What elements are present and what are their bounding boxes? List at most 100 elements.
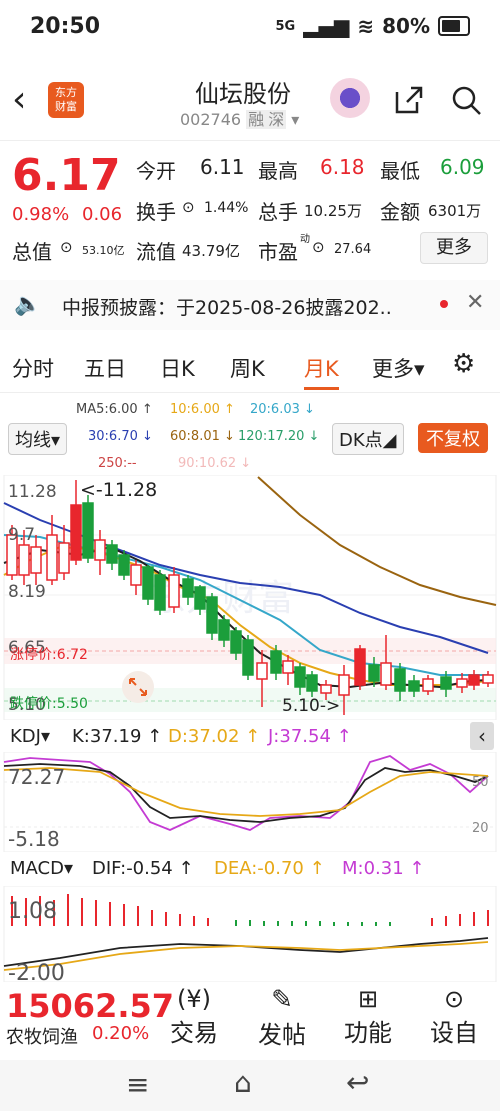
market-cap-value: 53.10亿 bbox=[82, 244, 125, 257]
macd-chart[interactable]: 1.08 -2.00 bbox=[0, 886, 500, 982]
share-icon[interactable] bbox=[393, 84, 425, 116]
no-adjust-button[interactable]: 不复权 bbox=[418, 423, 488, 453]
open-value: 6.11 bbox=[200, 155, 245, 179]
stock-code: 002746 bbox=[180, 110, 242, 129]
period-tabs: 分时 五日 日K 周K 月K 更多▾ ⚙ bbox=[0, 345, 500, 390]
stock-header: ‹ 东方 财富 仙坛股份 002746 融深 ▾ bbox=[0, 70, 500, 140]
limit-down-label: 跌停价:5.50 bbox=[10, 695, 88, 712]
info-icon[interactable]: ⊙ bbox=[312, 238, 325, 256]
kdj-chart[interactable]: 72.27 -5.18 50 20 bbox=[0, 752, 500, 852]
notice-text: 中报预披露：于2025-08-26披露202.. bbox=[62, 297, 392, 319]
turnover-value: 1.44% bbox=[204, 200, 249, 216]
divider bbox=[0, 140, 500, 141]
kdj-selector[interactable]: KDJ▾ bbox=[10, 726, 50, 747]
notice-bar[interactable]: 🔈 中报预披露：于2025-08-26披露202.. ✕ bbox=[0, 280, 500, 330]
high-value: 6.18 bbox=[320, 155, 365, 179]
kdj-bottom: -5.18 bbox=[8, 827, 60, 851]
menu-icon[interactable]: ≡ bbox=[126, 1068, 149, 1101]
market-cap-label: 总值 bbox=[12, 240, 52, 264]
chevron-down-icon: ▾ bbox=[291, 110, 300, 129]
battery-icon bbox=[438, 16, 470, 36]
status-bar: 20:50 5G ▂▄▆ ≋ 80% bbox=[0, 0, 500, 60]
tab-monthly[interactable]: 月K bbox=[304, 353, 339, 390]
assistant-avatar[interactable] bbox=[330, 78, 370, 118]
tab-intraday[interactable]: 分时 bbox=[12, 353, 54, 383]
macd-dea: DEA:-0.70 ↑ bbox=[214, 858, 325, 879]
divider bbox=[0, 392, 500, 393]
settings-gear-icon[interactable]: ⚙ bbox=[452, 349, 475, 379]
home-icon[interactable]: ⌂ bbox=[234, 1066, 252, 1099]
info-icon[interactable]: ⊙ bbox=[182, 198, 195, 216]
kdj-d: D:37.02 ↑ bbox=[168, 726, 261, 747]
speaker-icon: 🔈 bbox=[14, 292, 42, 317]
search-icon[interactable] bbox=[450, 84, 482, 116]
ma-selector[interactable]: 均线▾ bbox=[8, 423, 68, 455]
index-value[interactable]: 15062.57 bbox=[6, 987, 174, 1025]
macd-selector[interactable]: MACD▾ bbox=[10, 858, 73, 879]
battery-text: 80% bbox=[382, 14, 430, 38]
close-icon[interactable]: ✕ bbox=[466, 290, 484, 315]
clock: 20:50 bbox=[30, 14, 101, 39]
wifi-icon: ≋ bbox=[357, 14, 375, 38]
back-icon[interactable]: ‹ bbox=[12, 80, 26, 120]
float-cap-label: 流值 bbox=[136, 240, 176, 264]
collapse-arrow-icon[interactable]: ‹ bbox=[470, 722, 494, 750]
ma250-value: 250:-- bbox=[98, 456, 137, 471]
more-button[interactable]: 更多 bbox=[420, 232, 488, 264]
sector-pct: 0.20% bbox=[92, 1023, 150, 1044]
volume-value: 10.25万 bbox=[304, 202, 362, 220]
return-icon[interactable]: ↩ bbox=[346, 1066, 369, 1099]
macd-bottom: -2.00 bbox=[8, 961, 65, 982]
amount-label: 金额 bbox=[380, 200, 420, 224]
dk-point-button[interactable]: DK点◢ bbox=[332, 423, 404, 455]
turnover-label: 换手 bbox=[136, 200, 176, 224]
info-icon[interactable]: ⊙ bbox=[60, 238, 73, 256]
kdj-level-20: 20 bbox=[472, 821, 489, 836]
sector-name[interactable]: 农牧饲渔 bbox=[6, 1023, 78, 1049]
macd-top: 1.08 bbox=[8, 899, 57, 924]
change-pct: 0.98% bbox=[12, 204, 70, 225]
float-cap-value: 43.79亿 bbox=[182, 242, 240, 260]
ma10-value: 10:6.00 ↑ bbox=[170, 402, 235, 417]
bottom-toolbar: 15062.57 农牧饲渔 0.20% (¥) 交易 ✎ 发帖 ⊞ 功能 ⊙ 设自 bbox=[0, 985, 500, 1055]
pe-label: 市盈 bbox=[258, 240, 298, 264]
high-label: 最高 bbox=[258, 159, 298, 183]
system-icons: 5G ▂▄▆ ≋ 80% bbox=[275, 14, 470, 38]
ma120-value: 120:17.20 ↓ bbox=[238, 429, 320, 444]
tab-daily[interactable]: 日K bbox=[160, 353, 195, 383]
tab-weekly[interactable]: 周K bbox=[230, 353, 265, 383]
low-value: 6.09 bbox=[440, 155, 485, 179]
ma90-value: 90:10.62 ↓ bbox=[178, 456, 252, 471]
open-label: 今开 bbox=[136, 159, 176, 183]
ma5-value: MA5:6.00 ↑ bbox=[76, 402, 153, 417]
nav-post[interactable]: ✎ 发帖 bbox=[252, 985, 312, 1050]
kdj-k: K:37.19 ↑ bbox=[72, 726, 163, 747]
trade-icon: (¥) bbox=[177, 985, 211, 1013]
y-axis-3: 8.19 bbox=[8, 582, 46, 602]
edit-icon: ✎ bbox=[271, 985, 293, 1015]
tab-5day[interactable]: 五日 bbox=[84, 353, 126, 383]
tab-more[interactable]: 更多▾ bbox=[372, 353, 425, 383]
nav-custom[interactable]: ⊙ 设自 bbox=[424, 985, 484, 1048]
limit-up-label: 涨停价:6.72 bbox=[10, 646, 88, 663]
kdj-top: 72.27 bbox=[8, 765, 65, 789]
pe-superscript: 动 bbox=[300, 234, 310, 245]
grid-icon: ⊞ bbox=[357, 985, 379, 1013]
nav-functions[interactable]: ⊞ 功能 bbox=[338, 985, 398, 1048]
stock-name: 仙坛股份 bbox=[195, 80, 291, 108]
nav-trade[interactable]: (¥) 交易 bbox=[164, 985, 224, 1048]
macd-m: M:0.31 ↑ bbox=[342, 858, 425, 879]
stock-code-row[interactable]: 002746 融深 ▾ bbox=[180, 106, 299, 130]
ma60-value: 60:8.01 ↓ bbox=[170, 429, 235, 444]
ma30-value: 30:6.70 ↓ bbox=[88, 429, 153, 444]
amount-value: 6301万 bbox=[428, 202, 482, 220]
signal-icon: ▂▄▆ bbox=[303, 14, 350, 38]
max-price-label: <-11.28 bbox=[80, 479, 157, 501]
min-price-label: 5.10-> bbox=[282, 696, 340, 716]
expand-icon[interactable] bbox=[122, 671, 154, 703]
kline-chart[interactable]: 东方财富 11.28 9.7 8.19 6.65 5.10 <-11.28 5.… bbox=[0, 475, 500, 720]
network-icon: 5G bbox=[275, 18, 296, 34]
kdj-j: J:37.54 ↑ bbox=[268, 726, 352, 747]
last-price: 6.17 bbox=[12, 150, 121, 201]
macd-dif: DIF:-0.54 ↑ bbox=[92, 858, 194, 879]
